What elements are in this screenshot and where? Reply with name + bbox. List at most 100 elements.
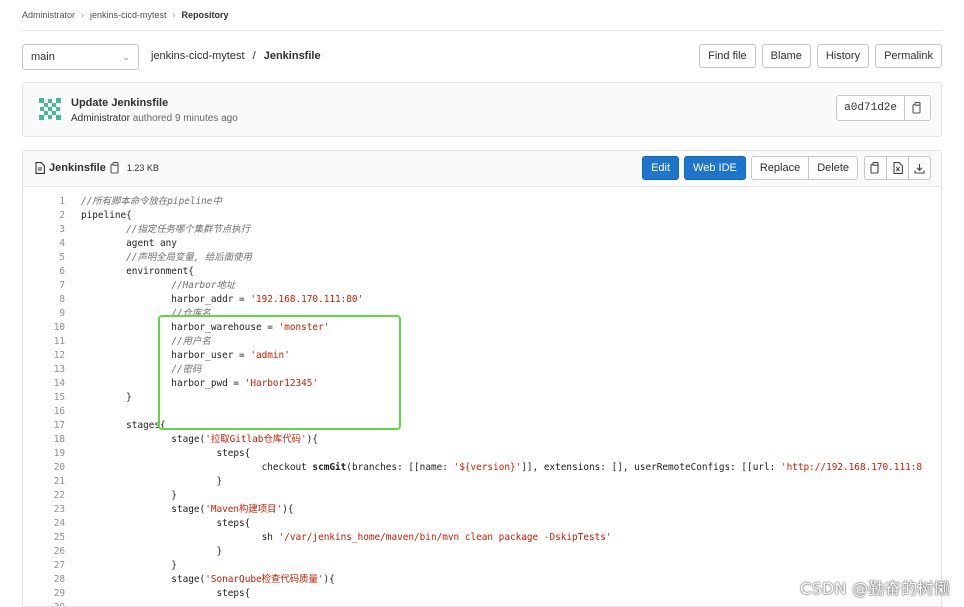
copy-icon (870, 162, 879, 174)
path-separator: / (252, 50, 256, 62)
code-token: stage( (81, 504, 206, 515)
line-number[interactable]: 4 (23, 237, 65, 251)
line-number[interactable]: 17 (23, 419, 65, 433)
commit-author[interactable]: Administrator (71, 113, 130, 124)
open-raw-button[interactable] (886, 156, 909, 180)
line-content: steps{ (65, 517, 250, 531)
file-holder: Jenkinsfile 1.23 KB Edit Web IDE Replace… (22, 150, 942, 607)
branch-selector[interactable]: main ⌄ (22, 44, 139, 70)
line-number[interactable]: 18 (23, 433, 65, 447)
code-line: 20 checkout scmGit(branches: [[name: '${… (23, 461, 941, 475)
history-button[interactable]: History (816, 44, 870, 68)
line-number[interactable]: 29 (23, 587, 65, 601)
branch-selector-value: main (31, 51, 55, 63)
code-token: 'Maven构建项目' (205, 504, 283, 515)
line-number[interactable]: 9 (23, 307, 65, 321)
line-number[interactable]: 5 (23, 251, 65, 265)
line-content (65, 405, 81, 419)
path-project-link[interactable]: jenkins-cicd-mytest (151, 50, 245, 62)
line-number[interactable]: 20 (23, 461, 65, 475)
commit-title[interactable]: Update Jenkinsfile (71, 97, 168, 109)
code-line: 27 } (23, 559, 941, 573)
line-number[interactable]: 3 (23, 223, 65, 237)
line-number[interactable]: 11 (23, 335, 65, 349)
code-line: 22 } (23, 489, 941, 503)
code-token: 'SonarQube检查代码质量' (205, 574, 324, 585)
line-number[interactable]: 14 (23, 377, 65, 391)
find-file-button[interactable]: Find file (699, 44, 756, 68)
download-icon (914, 163, 925, 174)
code-token: } (81, 392, 132, 403)
code-token: stage( (81, 574, 206, 585)
file-header-actions: Edit Web IDE Replace Delete (642, 156, 931, 180)
code-token: steps{ (81, 448, 251, 459)
line-content: //所有脚本命令放在pipeline中 (65, 195, 222, 209)
line-number[interactable]: 24 (23, 517, 65, 531)
line-number[interactable]: 8 (23, 293, 65, 307)
code-token: '192.168.170.111:80' (250, 294, 364, 305)
code-token: ){ (323, 574, 335, 585)
replace-delete-group: Replace Delete (750, 156, 858, 180)
chevron-down-icon: ⌄ (122, 51, 130, 62)
file-icon (35, 162, 45, 174)
line-number[interactable]: 2 (23, 209, 65, 223)
line-number[interactable]: 30 (23, 601, 65, 606)
code-line: 25 sh '/var/jenkins_home/maven/bin/mvn c… (23, 531, 941, 545)
permalink-button[interactable]: Permalink (875, 44, 942, 68)
doc-raw-icon (892, 162, 903, 174)
line-number[interactable]: 10 (23, 321, 65, 335)
code-line: 18 stage('拉取Gitlab仓库代码'){ (23, 433, 941, 447)
web-ide-button[interactable]: Web IDE (684, 156, 746, 180)
line-number[interactable]: 12 (23, 349, 65, 363)
line-number[interactable]: 7 (23, 279, 65, 293)
line-number[interactable]: 21 (23, 475, 65, 489)
breadcrumb-item-repository[interactable]: Repository (182, 10, 229, 20)
line-number[interactable]: 25 (23, 531, 65, 545)
line-content: //声明全局变量, 给后面使用 (65, 251, 252, 265)
line-number[interactable]: 26 (23, 545, 65, 559)
commit-time: authored 9 minutes ago (132, 113, 238, 124)
breadcrumb-item-project[interactable]: jenkins-cicd-mytest (90, 10, 167, 20)
line-content: sh '/var/jenkins_home/maven/bin/mvn clea… (65, 531, 612, 545)
replace-button[interactable]: Replace (750, 156, 810, 180)
code-line: 5 //声明全局变量, 给后面使用 (23, 251, 941, 265)
line-number[interactable]: 22 (23, 489, 65, 503)
code-token: //所有脚本命令放在pipeline中 (81, 196, 222, 207)
code-line: 24 steps{ (23, 517, 941, 531)
line-number[interactable]: 19 (23, 447, 65, 461)
copy-path-icon[interactable] (110, 162, 121, 174)
code-token: pipeline{ (81, 210, 132, 221)
copy-contents-button[interactable] (864, 156, 887, 180)
code-token: 'http://192.168.170.111:8 (780, 462, 923, 473)
line-content: stages{ (65, 419, 166, 433)
avatar[interactable] (37, 96, 63, 122)
line-number[interactable]: 1 (23, 195, 65, 209)
line-number[interactable]: 16 (23, 405, 65, 419)
code-line: 7 //Harbor地址 (23, 279, 941, 293)
code-line: 3 //指定任务哪个集群节点执行 (23, 223, 941, 237)
watermark: CSDN @勤奋的树懒 (799, 579, 950, 598)
line-number[interactable]: 15 (23, 391, 65, 405)
highlight-box (158, 315, 401, 430)
blame-button[interactable]: Blame (761, 44, 811, 68)
breadcrumb-item-administrator[interactable]: Administrator (22, 10, 75, 20)
line-content: agent any (65, 237, 177, 251)
code-line: 2 pipeline{ (23, 209, 941, 223)
code-line: 1 //所有脚本命令放在pipeline中 (23, 195, 941, 209)
commit-sha-group: a0d71d2e (836, 95, 931, 121)
download-button[interactable] (908, 156, 931, 180)
line-number[interactable]: 13 (23, 363, 65, 377)
delete-button[interactable]: Delete (808, 156, 858, 180)
line-number[interactable]: 6 (23, 265, 65, 279)
line-content: harbor_addr = '192.168.170.111:80' (65, 293, 363, 307)
line-number[interactable]: 23 (23, 503, 65, 517)
line-number[interactable]: 28 (23, 573, 65, 587)
copy-icon (912, 102, 921, 114)
line-content: stage('SonarQube检查代码质量'){ (65, 573, 335, 587)
commit-sha[interactable]: a0d71d2e (836, 95, 905, 121)
edit-button[interactable]: Edit (642, 156, 680, 180)
file-path: jenkins-cicd-mytest / Jenkinsfile (151, 50, 321, 62)
copy-sha-button[interactable] (905, 95, 931, 121)
line-number[interactable]: 27 (23, 559, 65, 573)
